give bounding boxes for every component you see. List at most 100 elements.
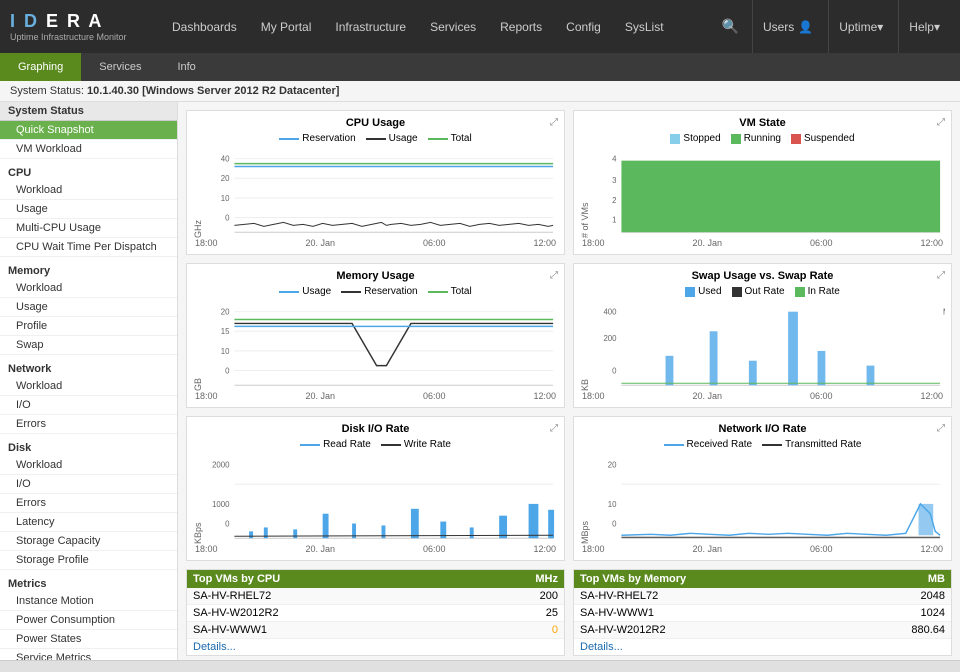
chart-swap-expand[interactable]: ⤢ bbox=[937, 270, 945, 281]
sidebar-item-net-workload[interactable]: Workload bbox=[0, 377, 177, 396]
chart-mem-expand[interactable]: ⤢ bbox=[550, 270, 558, 281]
sidebar-item-metrics-service[interactable]: Service Metrics bbox=[0, 649, 177, 660]
tab-graphing[interactable]: Graphing bbox=[0, 53, 81, 81]
sidebar-item-mem-profile[interactable]: Profile bbox=[0, 317, 177, 336]
legend-net-trans-line bbox=[762, 444, 782, 446]
chart-swap: Swap Usage vs. Swap Rate Used Out Rate I… bbox=[573, 263, 952, 408]
svg-text:0: 0 bbox=[612, 519, 617, 528]
sidebar-item-disk-profile[interactable]: Storage Profile bbox=[0, 551, 177, 570]
chart-disk-xlabels: 18:00 20. Jan 06:00 12:00 bbox=[193, 544, 558, 554]
table-row: SA-HV-W2012R2 25 bbox=[187, 605, 564, 622]
nav-items: Dashboards My Portal Infrastructure Serv… bbox=[160, 0, 714, 53]
search-icon[interactable]: 🔍 bbox=[714, 13, 747, 40]
table-memory-details[interactable]: Details... bbox=[574, 639, 951, 655]
sidebar-item-mem-swap[interactable]: Swap bbox=[0, 336, 177, 355]
chart-vm-svg: 4 3 2 1 bbox=[592, 148, 945, 238]
nav-dashboards[interactable]: Dashboards bbox=[160, 0, 249, 53]
sidebar-item-metrics-power-states[interactable]: Power States bbox=[0, 630, 177, 649]
table-row: SA-HV-WWW1 0 bbox=[187, 622, 564, 639]
legend-net-recv-line bbox=[664, 444, 684, 446]
tab-info[interactable]: Info bbox=[159, 53, 213, 81]
nav-syslist[interactable]: SysList bbox=[613, 0, 676, 53]
legend-mem-usage-line bbox=[279, 291, 299, 293]
chart-mem-xlabels: 18:00 20. Jan 06:00 12:00 bbox=[193, 391, 558, 401]
nav-users[interactable]: Users 👤 bbox=[752, 0, 823, 53]
chart-cpu-ylabel: GHz bbox=[193, 148, 203, 238]
legend-swap-used: Used bbox=[685, 286, 721, 297]
chart-disk-title: Disk I/O Rate bbox=[193, 423, 558, 435]
legend-swap-out: Out Rate bbox=[732, 286, 785, 297]
chart-cpu-expand[interactable]: ⤢ bbox=[550, 117, 558, 128]
legend-swap-out-box bbox=[732, 287, 742, 297]
chart-vm-expand[interactable]: ⤢ bbox=[937, 117, 945, 128]
sidebar-category-disk: Disk bbox=[0, 438, 177, 456]
sidebar-item-cpu-workload[interactable]: Workload bbox=[0, 181, 177, 200]
legend-swap-used-box bbox=[685, 287, 695, 297]
chart-cpu-title: CPU Usage bbox=[193, 117, 558, 129]
chart-memory: Memory Usage Usage Reservation Total bbox=[186, 263, 565, 408]
sidebar-item-net-io[interactable]: I/O bbox=[0, 396, 177, 415]
sidebar-category-network: Network bbox=[0, 359, 177, 377]
table-cpu: Top VMs by CPU MHz SA-HV-RHEL72 200 SA-H… bbox=[186, 569, 565, 656]
table-top-memory: Top VMs by Memory MB SA-HV-RHEL72 2048 S… bbox=[573, 569, 952, 656]
status-value: 10.1.40.30 [Windows Server 2012 R2 Datac… bbox=[87, 85, 339, 97]
nav-myportal[interactable]: My Portal bbox=[249, 0, 324, 53]
sidebar-item-disk-errors[interactable]: Errors bbox=[0, 494, 177, 513]
chart-disk-io: Disk I/O Rate Read Rate Write Rate ⤢ KBp… bbox=[186, 416, 565, 561]
nav-config[interactable]: Config bbox=[554, 0, 613, 53]
sidebar-item-cpu-wait[interactable]: CPU Wait Time Per Dispatch bbox=[0, 238, 177, 257]
legend-mem-total: Total bbox=[428, 286, 472, 297]
sidebar-item-metrics-power-cons[interactable]: Power Consumption bbox=[0, 611, 177, 630]
tab-services[interactable]: Services bbox=[81, 53, 159, 81]
legend-net-transmitted: Transmitted Rate bbox=[762, 439, 861, 450]
legend-suspended: Suspended bbox=[791, 133, 855, 144]
nav-services[interactable]: Services bbox=[418, 0, 488, 53]
table-row: SA-HV-WWW1 1024 bbox=[574, 605, 951, 622]
table-cpu-details[interactable]: Details... bbox=[187, 639, 564, 655]
sidebar-item-quick-snapshot[interactable]: Quick Snapshot bbox=[0, 121, 177, 140]
chart-vm-ylabel: # of VMs bbox=[580, 148, 590, 238]
svg-text:2000: 2000 bbox=[212, 461, 230, 470]
chart-swap-title: Swap Usage vs. Swap Rate bbox=[580, 270, 945, 282]
legend-mem-reservation: Reservation bbox=[341, 286, 417, 297]
sidebar-category-cpu: CPU bbox=[0, 163, 177, 181]
table-cpu-header: Top VMs by CPU MHz bbox=[187, 570, 564, 588]
legend-reservation: Reservation bbox=[279, 133, 355, 144]
chart-vm-xlabels: 18:00 20. Jan 06:00 12:00 bbox=[580, 238, 945, 248]
sidebar-item-cpu-multi[interactable]: Multi-CPU Usage bbox=[0, 219, 177, 238]
legend-disk-write-line bbox=[381, 444, 401, 446]
sidebar-item-mem-workload[interactable]: Workload bbox=[0, 279, 177, 298]
chart-net-legend: Received Rate Transmitted Rate bbox=[580, 439, 945, 450]
sidebar-item-net-errors[interactable]: Errors bbox=[0, 415, 177, 434]
chart-swap-xlabels: 18:00 20. Jan 06:00 12:00 bbox=[580, 391, 945, 401]
sidebar-item-disk-latency[interactable]: Latency bbox=[0, 513, 177, 532]
sidebar-item-vm-workload[interactable]: VM Workload bbox=[0, 140, 177, 159]
scrollbar-horizontal[interactable] bbox=[0, 660, 960, 672]
svg-text:20: 20 bbox=[221, 174, 230, 183]
nav-help[interactable]: Help ▾ bbox=[898, 0, 950, 53]
sidebar-item-disk-capacity[interactable]: Storage Capacity bbox=[0, 532, 177, 551]
sidebar-category-memory: Memory bbox=[0, 261, 177, 279]
legend-usage-line bbox=[366, 138, 386, 140]
legend-running: Running bbox=[731, 133, 781, 144]
chart-cpu-xlabels: 18:00 20. Jan 06:00 12:00 bbox=[193, 238, 558, 248]
sidebar-item-disk-io[interactable]: I/O bbox=[0, 475, 177, 494]
svg-text:0: 0 bbox=[225, 213, 230, 222]
legend-total: Total bbox=[428, 133, 472, 144]
sidebar-item-mem-usage[interactable]: Usage bbox=[0, 298, 177, 317]
legend-disk-write: Write Rate bbox=[381, 439, 451, 450]
nav-infrastructure[interactable]: Infrastructure bbox=[323, 0, 418, 53]
chart-net-expand[interactable]: ⤢ bbox=[937, 423, 945, 434]
sidebar-section-title: System Status bbox=[0, 102, 177, 121]
svg-text:2: 2 bbox=[612, 196, 616, 205]
legend-net-received: Received Rate bbox=[664, 439, 753, 450]
svg-text:20: 20 bbox=[221, 308, 230, 317]
chart-disk-expand[interactable]: ⤢ bbox=[550, 423, 558, 434]
sidebar-item-metrics-motion[interactable]: Instance Motion bbox=[0, 592, 177, 611]
sidebar-item-cpu-usage[interactable]: Usage bbox=[0, 200, 177, 219]
nav-uptime[interactable]: Uptime ▾ bbox=[828, 0, 893, 53]
svg-text:20: 20 bbox=[608, 461, 617, 470]
sidebar-item-disk-workload[interactable]: Workload bbox=[0, 456, 177, 475]
nav-reports[interactable]: Reports bbox=[488, 0, 554, 53]
chart-mem-svg: 20 15 10 0 bbox=[205, 301, 558, 391]
